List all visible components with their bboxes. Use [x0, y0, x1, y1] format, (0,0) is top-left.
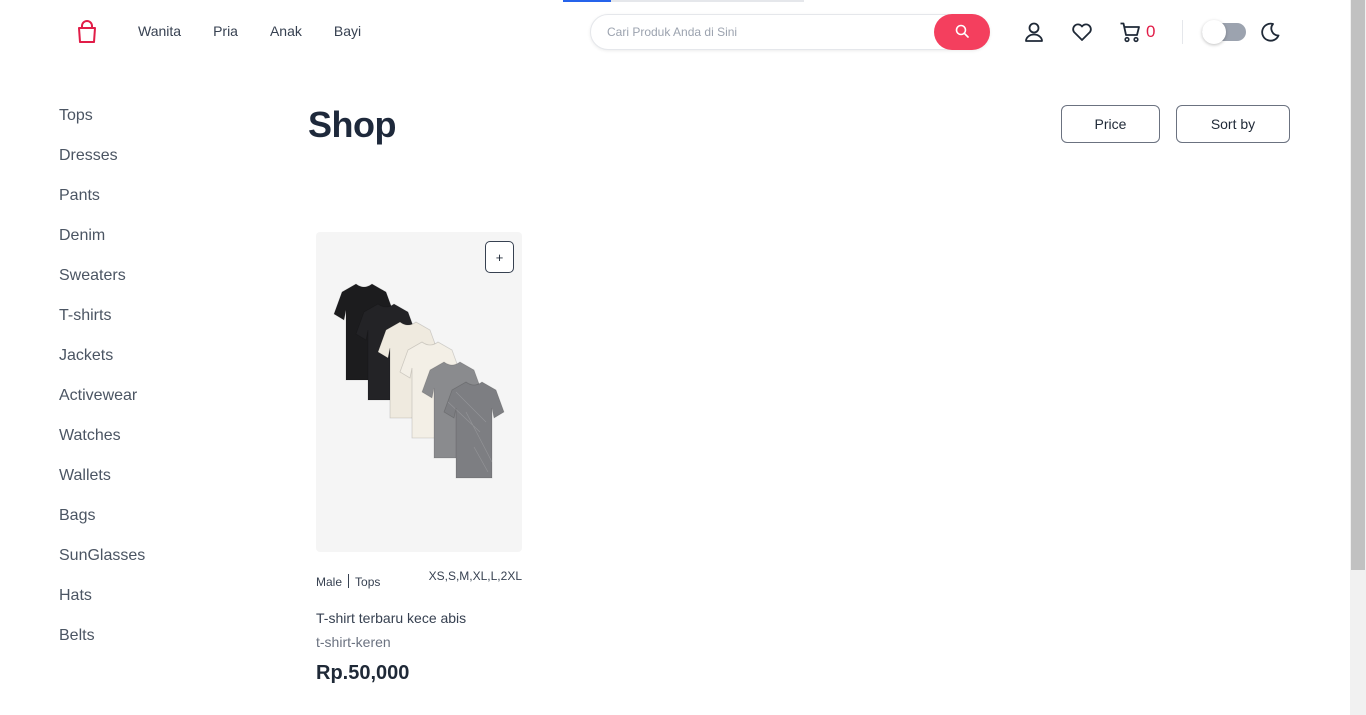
product-slug: t-shirt-keren	[316, 634, 391, 650]
user-icon[interactable]	[1022, 20, 1046, 44]
sidebar-item-watches[interactable]: Watches	[59, 426, 145, 466]
sidebar-item-dresses[interactable]: Dresses	[59, 146, 145, 186]
nav-link-wanita[interactable]: Wanita	[138, 23, 181, 39]
sidebar-item-t-shirts[interactable]: T-shirts	[59, 306, 145, 346]
search-button[interactable]	[934, 14, 990, 50]
product-gender[interactable]: Male	[316, 575, 342, 589]
sidebar-item-hats[interactable]: Hats	[59, 586, 145, 626]
page-scrollbar[interactable]	[1350, 0, 1366, 715]
sidebar-item-belts[interactable]: Belts	[59, 626, 145, 666]
site-header: Wanita Pria Anak Bayi 0	[0, 0, 1350, 64]
price-filter-button[interactable]: Price	[1061, 105, 1160, 143]
product-category[interactable]: Tops	[355, 575, 380, 589]
header-divider	[1182, 20, 1183, 44]
main-nav: Wanita Pria Anak Bayi	[138, 23, 361, 39]
sidebar-item-pants[interactable]: Pants	[59, 186, 145, 226]
product-meta: Male Tops	[316, 574, 380, 589]
sidebar-item-activewear[interactable]: Activewear	[59, 386, 145, 426]
heart-icon[interactable]	[1070, 20, 1094, 44]
sidebar-item-denim[interactable]: Denim	[59, 226, 145, 266]
meta-separator	[348, 574, 350, 588]
cart-count-badge: 0	[1146, 22, 1156, 41]
nav-link-anak[interactable]: Anak	[270, 23, 302, 39]
search-input[interactable]	[607, 15, 927, 49]
sidebar-item-sweaters[interactable]: Sweaters	[59, 266, 145, 306]
category-sidebar: Tops Dresses Pants Denim Sweaters T-shir…	[59, 106, 145, 666]
moon-icon[interactable]	[1258, 20, 1282, 44]
product-image[interactable]: +	[316, 232, 522, 552]
sidebar-item-sunglasses[interactable]: SunGlasses	[59, 546, 145, 586]
theme-toggle-knob	[1202, 20, 1226, 44]
theme-toggle[interactable]	[1202, 20, 1246, 44]
add-to-cart-button[interactable]: +	[485, 241, 514, 273]
product-price: Rp.50,000	[316, 662, 410, 684]
search-bar	[590, 14, 990, 50]
sidebar-item-jackets[interactable]: Jackets	[59, 346, 145, 386]
cart-icon[interactable]	[1118, 20, 1142, 44]
scrollbar-thumb[interactable]	[1351, 0, 1365, 570]
search-icon	[955, 24, 969, 41]
nav-link-pria[interactable]: Pria	[213, 23, 238, 39]
sidebar-item-bags[interactable]: Bags	[59, 506, 145, 546]
nav-link-bayi[interactable]: Bayi	[334, 23, 361, 39]
sort-by-button[interactable]: Sort by	[1176, 105, 1290, 143]
product-name[interactable]: T-shirt terbaru kece abis	[316, 610, 466, 626]
sidebar-item-wallets[interactable]: Wallets	[59, 466, 145, 506]
sidebar-item-tops[interactable]: Tops	[59, 106, 145, 146]
product-sizes: XS,S,M,XL,L,2XL	[428, 569, 522, 583]
shopping-bag-icon[interactable]	[76, 20, 98, 44]
page-title: Shop	[308, 104, 396, 145]
